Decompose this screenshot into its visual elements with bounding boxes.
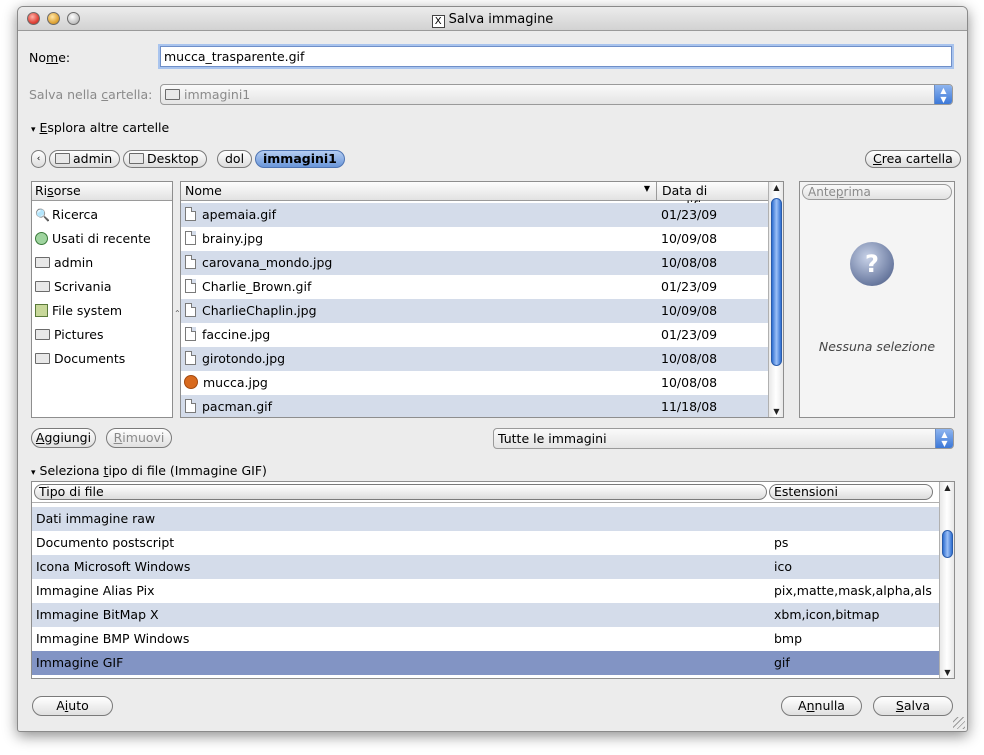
- places-header[interactable]: Risorse: [32, 182, 172, 201]
- name-label: Nome:: [29, 50, 71, 65]
- file-type-row[interactable]: Icona Microsoft Windows ico: [32, 555, 939, 579]
- file-row[interactable]: pacman.gif 11/18/08: [181, 395, 768, 417]
- remove-bookmark-button[interactable]: Rimuovi: [106, 428, 172, 448]
- place-item-desktop[interactable]: Scrivania: [32, 275, 172, 299]
- file-type-row[interactable]: Dati immagine raw: [32, 507, 939, 531]
- window-title: X Salva immagine: [18, 12, 967, 28]
- file-type-scrollbar[interactable]: ▲ ▼: [939, 482, 954, 678]
- folder-icon: [35, 353, 50, 364]
- save-button[interactable]: Salva: [873, 696, 953, 716]
- x11-icon: X: [431, 15, 445, 28]
- folder-icon: [35, 329, 50, 340]
- path-bar: ‹ admin Desktop dol immagini1: [31, 150, 345, 168]
- place-item-documents[interactable]: Documents: [32, 347, 172, 371]
- preview-empty-text: Nessuna selezione: [818, 339, 936, 354]
- file-list: Nome ▼ Data di modifica apemaia.gif 01/2…: [180, 181, 784, 418]
- folder-icon: [129, 153, 144, 164]
- file-type-header: Tipo di file Estensioni: [32, 482, 939, 503]
- file-icon: [185, 231, 196, 245]
- file-row[interactable]: carovana_mondo.jpg 10/08/08: [181, 251, 768, 275]
- browse-folders-toggle[interactable]: ▾ Esplora altre cartelle: [31, 120, 169, 135]
- gimp-file-icon: [184, 375, 198, 389]
- file-filter-value: Tutte le immagini: [498, 431, 607, 446]
- folder-icon: [55, 153, 70, 164]
- file-icon: [185, 327, 196, 341]
- folder-icon: [35, 281, 50, 292]
- place-item-recent[interactable]: Usati di recente: [32, 227, 172, 251]
- save-folder-value: immagini1: [184, 87, 251, 102]
- file-row[interactable]: mucca.jpg 10/08/08: [181, 371, 768, 395]
- column-header-name[interactable]: Nome ▼: [181, 182, 657, 200]
- file-type-row[interactable]: Immagine BMP Windows bmp: [32, 627, 939, 651]
- places-panel: Risorse 🔍 Ricerca Usati di recente admin …: [31, 181, 173, 418]
- resize-grip-icon[interactable]: [953, 717, 965, 729]
- scroll-up-arrow-icon[interactable]: ▲: [769, 183, 783, 192]
- save-folder-label: Salva nella cartella:: [29, 87, 153, 102]
- preview-header: Anteprima: [802, 184, 952, 200]
- file-row[interactable]: apemaia.gif 01/23/09: [181, 203, 768, 227]
- path-crumb-immagini1[interactable]: immagini1: [255, 150, 345, 168]
- column-header-file-type[interactable]: Tipo di file: [34, 484, 767, 500]
- file-type-row-selected[interactable]: Immagine GIF gif: [32, 651, 939, 675]
- scroll-down-arrow-icon[interactable]: ▼: [940, 668, 954, 677]
- file-row[interactable]: faccine.jpg 01/23/09: [181, 323, 768, 347]
- sort-descending-icon: ▼: [643, 184, 650, 193]
- file-type-row[interactable]: Immagine BitMap Xxbm,icon,bitmap: [32, 603, 939, 627]
- add-bookmark-button[interactable]: Aggiungi: [31, 428, 96, 448]
- expander-icon: ▾: [31, 468, 36, 478]
- file-type-table: Tipo di file Estensioni Dati immagine ra…: [31, 481, 955, 679]
- path-left-arrow-button[interactable]: ‹: [31, 150, 46, 168]
- window-title-text: Salva immagine: [448, 12, 554, 27]
- place-item-admin[interactable]: admin: [32, 251, 172, 275]
- file-type-row[interactable]: Immagine Alias Pix pix,matte,mask,alpha,a…: [32, 579, 939, 603]
- create-folder-button[interactable]: Crea cartella: [865, 150, 961, 168]
- file-type-row[interactable]: Documento postscript ps: [32, 531, 939, 555]
- file-row[interactable]: Charlie_Brown.gif 01/23/09: [181, 275, 768, 299]
- place-item-filesystem[interactable]: File system: [32, 299, 172, 323]
- filename-input[interactable]: mucca_trasparente.gif: [160, 46, 952, 67]
- scrollbar-thumb[interactable]: [771, 198, 782, 366]
- save-folder-combo[interactable]: immagini1 ▲ ▼: [160, 84, 953, 105]
- scrollbar-thumb[interactable]: [942, 530, 953, 558]
- path-crumb-dol[interactable]: dol: [217, 150, 253, 168]
- scroll-down-arrow-icon[interactable]: ▼: [769, 407, 783, 416]
- file-filter-combo[interactable]: Tutte le immagini ▲ ▼: [493, 428, 954, 449]
- path-crumb-desktop[interactable]: Desktop: [123, 150, 207, 168]
- drive-icon: [35, 304, 48, 317]
- file-list-scrollbar[interactable]: ▲ ▼: [768, 182, 783, 417]
- place-item-search[interactable]: 🔍 Ricerca: [32, 203, 172, 227]
- file-row[interactable]: girotondo.jpg 10/08/08: [181, 347, 768, 371]
- column-header-extensions[interactable]: Estensioni: [769, 484, 933, 500]
- path-crumb-admin[interactable]: admin: [49, 150, 121, 168]
- file-type-toggle[interactable]: ▾ Seleziona tipo di file (Immagine GIF): [31, 463, 267, 478]
- help-button[interactable]: Aiuto: [32, 696, 113, 716]
- folder-icon: [35, 257, 50, 268]
- file-icon: [185, 207, 196, 221]
- file-row[interactable]: CharlieChaplin.jpg 10/09/08: [181, 299, 768, 323]
- title-bar: X Salva immagine: [18, 7, 967, 31]
- file-icon: [185, 399, 196, 413]
- search-icon: 🔍: [35, 208, 50, 222]
- place-item-pictures[interactable]: Pictures: [32, 323, 172, 347]
- file-row[interactable]: brainy.jpg 10/09/08: [181, 227, 768, 251]
- file-list-header: Nome ▼ Data di modifica: [181, 182, 783, 213]
- folder-icon: [165, 89, 180, 100]
- no-preview-icon: ?: [850, 242, 894, 286]
- file-icon: [185, 255, 196, 269]
- recent-icon: [35, 232, 48, 245]
- expander-icon: ▾: [31, 125, 36, 135]
- file-icon: [185, 279, 196, 293]
- combo-arrows-icon: ▲ ▼: [934, 85, 952, 104]
- combo-arrows-icon: ▲ ▼: [935, 429, 953, 448]
- filename-input-value: mucca_trasparente.gif: [164, 49, 305, 64]
- file-icon: [185, 303, 196, 317]
- column-header-date[interactable]: Data di modifica: [658, 182, 768, 213]
- scroll-up-arrow-icon[interactable]: ▲: [940, 483, 954, 492]
- cancel-button[interactable]: Annulla: [781, 696, 862, 716]
- save-image-dialog: X Salva immagine Nome: mucca_trasparente.…: [17, 6, 968, 732]
- preview-panel: Anteprima ? Nessuna selezione: [799, 181, 955, 418]
- file-icon: [185, 351, 196, 365]
